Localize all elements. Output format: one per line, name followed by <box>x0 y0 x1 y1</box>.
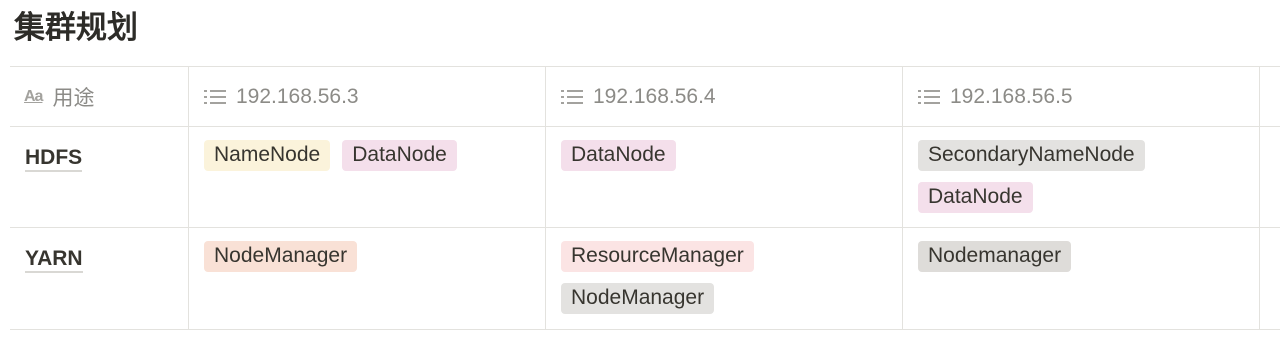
table-cell[interactable]: NameNode DataNode <box>188 127 546 227</box>
page-title: 集群规划 <box>14 10 138 46</box>
table-row: YARN NodeManager ResourceManager NodeMan… <box>10 228 1280 330</box>
list-icon <box>561 89 583 105</box>
table-cell[interactable]: NodeManager <box>188 228 546 329</box>
list-icon <box>918 89 940 105</box>
tag-nodemanager: NodeManager <box>561 283 715 314</box>
column-header-label: 192.168.56.4 <box>593 84 716 108</box>
tag-secondarynamenode: SecondaryNameNode <box>918 140 1145 171</box>
table-cell-overflow <box>1259 127 1280 227</box>
row-name[interactable]: HDFS <box>25 146 83 172</box>
column-header-overflow[interactable] <box>1259 67 1280 126</box>
tag-datanode: DataNode <box>342 140 457 171</box>
table-header-row: Aa 用途 192.168.56.3 192.168.56.4 192.168.… <box>10 67 1280 127</box>
row-name[interactable]: YARN <box>25 247 83 273</box>
tag-namenode: NameNode <box>204 140 331 171</box>
tag-nodemanager: NodeManager <box>204 241 358 272</box>
row-name-cell[interactable]: YARN <box>10 228 189 329</box>
cluster-table: Aa 用途 192.168.56.3 192.168.56.4 192.168.… <box>10 66 1280 331</box>
tag-datanode: DataNode <box>918 182 1033 213</box>
column-header-host-3[interactable]: 192.168.56.3 <box>188 67 546 126</box>
column-header-label: 192.168.56.5 <box>950 84 1073 108</box>
column-header-purpose[interactable]: Aa 用途 <box>10 67 189 126</box>
table-row: HDFS NameNode DataNode DataNode Secondary… <box>10 127 1280 228</box>
column-header-label: 用途 <box>52 86 95 110</box>
column-header-label: 192.168.56.3 <box>236 84 359 108</box>
tag-datanode: DataNode <box>561 140 676 171</box>
table-cell[interactable]: DataNode <box>545 127 903 227</box>
column-header-host-5[interactable]: 192.168.56.5 <box>902 67 1260 126</box>
column-header-host-4[interactable]: 192.168.56.4 <box>545 67 903 126</box>
tag-nodemanager: Nodemanager <box>918 241 1072 272</box>
table-cell[interactable]: ResourceManager NodeManager <box>545 228 903 329</box>
table-cell-overflow <box>1259 228 1280 329</box>
row-name-cell[interactable]: HDFS <box>10 127 189 227</box>
list-icon <box>204 89 226 105</box>
table-cell[interactable]: SecondaryNameNode DataNode <box>902 127 1260 227</box>
tag-resourcemanager: ResourceManager <box>561 241 754 272</box>
text-property-icon: Aa <box>24 87 43 105</box>
table-cell[interactable]: Nodemanager <box>902 228 1260 329</box>
